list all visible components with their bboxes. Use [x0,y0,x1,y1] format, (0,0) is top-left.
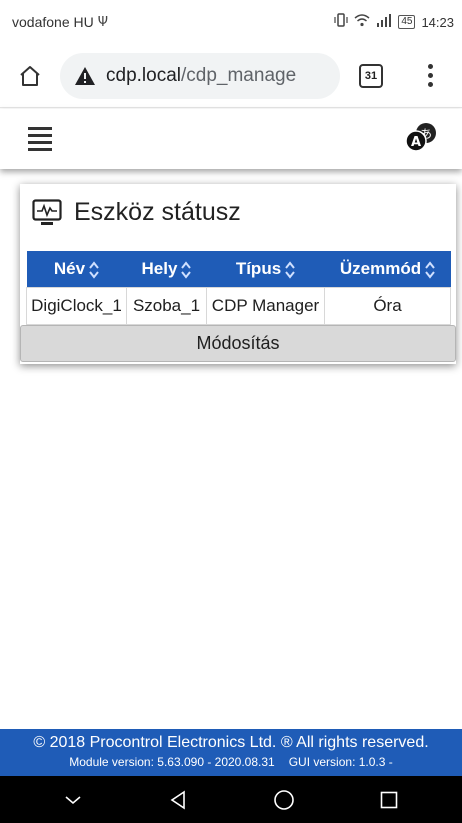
status-bar: vodafone HU Ψ 45 14:23 [0,0,462,44]
gui-version: GUI version: 1.0.3 - [288,755,393,769]
language-icon[interactable]: あ A [404,122,440,157]
status-right: 45 14:23 [334,13,454,31]
tab-count: 31 [359,63,383,88]
back-triangle-icon [170,790,186,809]
column-header-type[interactable]: Típus [206,251,325,288]
home-icon [20,65,40,86]
svg-text:A: A [411,135,421,150]
url-host: cdp.local [106,64,181,86]
copyright-text: © 2018 Procontrol Electronics Ltd. ® All… [33,734,429,751]
usb-icon: Ψ [97,14,108,30]
sort-icon[interactable] [181,260,192,279]
recents-button[interactable] [369,780,409,820]
column-label: Típus [235,259,282,278]
column-label: Üzemmód [339,259,422,278]
square-recents-icon [380,791,398,808]
sort-icon[interactable] [425,260,435,279]
sort-icon[interactable] [285,260,295,279]
device-status-card: Eszköz státusz Név Hely Típus Üzemmód Di… [20,184,456,364]
column-label: Név [53,259,86,278]
cell-type: CDP Manager [206,287,325,325]
column-label: Hely [141,259,178,278]
table-row[interactable]: DigiClock_1 Szoba_1 CDP Manager Óra [26,287,451,325]
app-header: あ A [0,109,462,169]
system-nav-bar [0,776,462,823]
chevron-down-icon [65,795,81,804]
table-header-row: Név Hely Típus Üzemmód [26,251,451,288]
browser-toolbar: cdp.local/cdp_manage 31 [0,44,462,108]
tab-switcher-button[interactable]: 31 [340,44,402,108]
clock: 14:23 [421,14,454,30]
vibrate-icon [334,13,348,31]
sort-icon[interactable] [89,260,99,279]
card-title: Eszköz státusz [74,198,241,226]
wifi-icon [354,13,370,31]
status-left: vodafone HU Ψ [12,14,108,30]
version-info: Module version: 5.63.090 - 2020.08.31 GU… [0,753,462,771]
cell-mode: Óra [324,287,451,325]
device-status-table: Név Hely Típus Üzemmód DigiClock_1 Szoba… [26,251,451,325]
battery-indicator: 45 [398,15,416,29]
module-version: Module version: 5.63.090 - 2020.08.31 [69,755,275,769]
modify-button[interactable]: Módosítás [20,325,456,362]
back-button[interactable] [158,780,198,820]
column-header-location[interactable]: Hely [126,251,207,288]
carrier-label: vodafone HU [12,14,94,30]
column-header-name[interactable]: Név [26,251,127,288]
hamburger-menu-icon[interactable] [28,127,52,151]
url-path: /cdp_manage [181,64,297,86]
warning-icon[interactable] [74,66,96,86]
hide-keyboard-button[interactable] [53,780,93,820]
column-header-mode[interactable]: Üzemmód [324,251,451,288]
cell-location: Szoba_1 [126,287,207,325]
monitor-icon [32,198,62,225]
home-nav-button[interactable] [264,780,304,820]
card-header: Eszköz státusz [32,198,241,227]
page-footer: © 2018 Procontrol Electronics Ltd. ® All… [0,729,462,776]
signal-icon [376,13,392,31]
circle-home-icon [273,789,294,810]
address-bar[interactable]: cdp.local/cdp_manage [60,52,340,99]
home-button[interactable] [0,44,60,108]
more-vert-icon[interactable] [402,44,458,108]
cell-name: DigiClock_1 [26,287,127,325]
